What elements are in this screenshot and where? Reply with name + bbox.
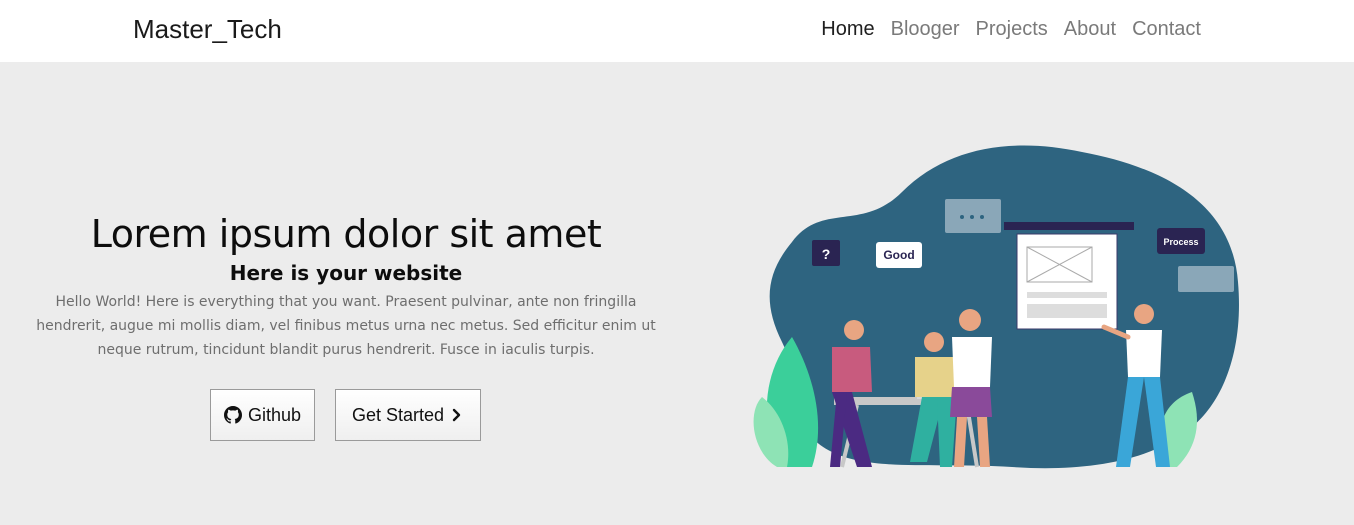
person-body <box>952 337 992 387</box>
nav-links: Home Blooger Projects About Contact <box>821 18 1201 41</box>
get-started-button[interactable]: Get Started <box>335 389 481 441</box>
nav-link-contact[interactable]: Contact <box>1132 18 1201 41</box>
team-illustration: ? Good Process <box>753 145 1239 469</box>
dot <box>970 215 974 219</box>
navbar: Master_Tech Home Blooger Projects About … <box>0 0 1354 62</box>
chevron-right-icon <box>450 408 464 422</box>
person-head <box>959 309 981 331</box>
nav-link-about[interactable]: About <box>1064 18 1116 41</box>
question-bubble-text: ? <box>822 246 831 262</box>
whiteboard-text <box>1027 292 1107 298</box>
nav-link-projects[interactable]: Projects <box>976 18 1048 41</box>
brand-logo[interactable]: Master_Tech <box>133 14 282 45</box>
github-icon <box>223 406 242 424</box>
whiteboard-video <box>1027 304 1107 318</box>
nav-link-home[interactable]: Home <box>821 18 874 41</box>
person-body <box>832 347 872 392</box>
dot <box>980 215 984 219</box>
github-button-label: Github <box>247 404 302 425</box>
empty-bubble <box>1178 266 1234 292</box>
whiteboard-bar <box>1004 222 1134 230</box>
nav-link-blooger[interactable]: Blooger <box>891 18 960 41</box>
hero-text: Lorem ipsum dolor sit amet Here is your … <box>28 210 664 362</box>
hero-subtitle: Here is your website <box>229 261 463 285</box>
good-bubble-text: Good <box>883 248 914 262</box>
person-head <box>844 320 864 340</box>
person-head <box>1134 304 1154 324</box>
hero-description: Hello World! Here is everything that you… <box>36 294 656 358</box>
person-body <box>1126 330 1162 377</box>
github-button[interactable]: Github <box>210 389 315 441</box>
hero-section: Lorem ipsum dolor sit amet Here is your … <box>0 62 1354 525</box>
process-bubble-text: Process <box>1163 237 1198 247</box>
hero-title: Lorem ipsum dolor sit amet <box>90 212 602 256</box>
person-head <box>924 332 944 352</box>
get-started-button-label: Get Started <box>351 404 445 425</box>
person-skirt <box>950 387 992 417</box>
dot <box>960 215 964 219</box>
